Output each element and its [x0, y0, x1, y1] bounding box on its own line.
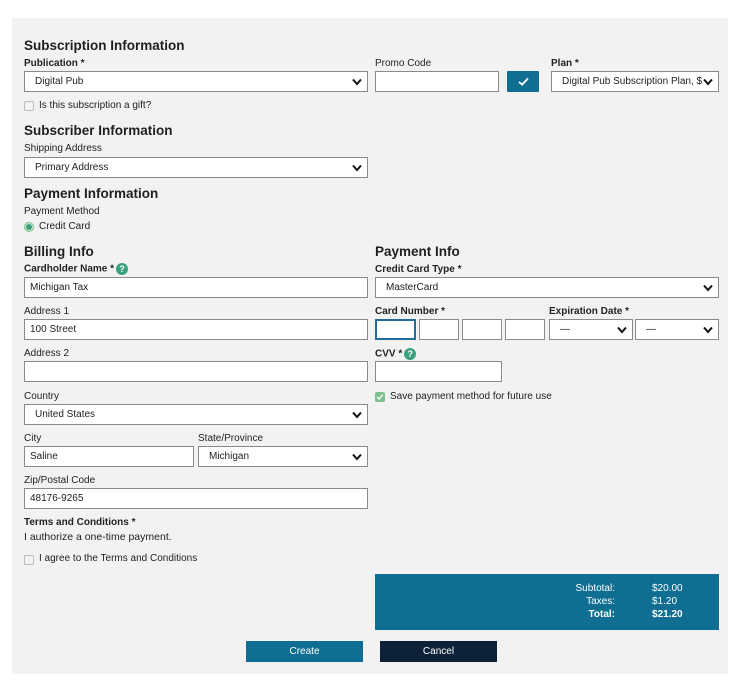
- create-button[interactable]: Create: [246, 641, 363, 662]
- address1-input[interactable]: 100 Street: [24, 319, 368, 340]
- plan-select[interactable]: Digital Pub Subscription Plan, $: [551, 71, 719, 92]
- terms-text: I authorize a one-time payment.: [24, 531, 172, 543]
- total-value: $21.20: [652, 609, 683, 620]
- save-payment-label: Save payment method for future use: [390, 391, 552, 402]
- card-number-label: Card Number *: [375, 306, 446, 317]
- card-number-part-2[interactable]: [419, 319, 459, 340]
- chevron-down-icon: [352, 78, 362, 86]
- terms-heading: Terms and Conditions *: [24, 517, 136, 528]
- promo-label: Promo Code: [375, 58, 432, 69]
- card-type-label: Credit Card Type *: [375, 264, 462, 275]
- terms-checkbox[interactable]: [24, 555, 34, 565]
- order-summary: Subtotal: $20.00 Taxes: $1.20 Total: $21…: [375, 574, 719, 630]
- state-label: State/Province: [198, 433, 264, 444]
- zip-input[interactable]: 48176-9265: [24, 488, 368, 509]
- exp-year-select[interactable]: —: [635, 319, 719, 340]
- card-number-part-1[interactable]: [375, 319, 416, 340]
- chevron-down-icon: [703, 78, 713, 86]
- state-value: Michigan: [209, 451, 250, 462]
- help-icon[interactable]: ?: [116, 263, 129, 275]
- save-payment-checkbox[interactable]: [375, 392, 385, 402]
- subscriber-heading: Subscriber Information: [24, 123, 173, 138]
- address1-value: 100 Street: [30, 324, 77, 335]
- chevron-down-icon: [617, 326, 627, 334]
- shipping-select[interactable]: Primary Address: [24, 157, 368, 178]
- check-icon: [517, 77, 529, 86]
- city-label: City: [24, 433, 42, 444]
- cvv-label-text: CVV *: [375, 348, 403, 360]
- apply-promo-button[interactable]: [507, 71, 539, 92]
- chevron-down-icon: [352, 164, 362, 172]
- cvv-input[interactable]: [375, 361, 502, 382]
- terms-agree-label: I agree to the Terms and Conditions: [39, 553, 198, 564]
- credit-card-option-label: Credit Card: [39, 221, 91, 232]
- billing-heading: Billing Info: [24, 244, 94, 259]
- shipping-value: Primary Address: [35, 162, 109, 173]
- payment-method-label: Payment Method: [24, 206, 100, 217]
- subtotal-label: Subtotal:: [575, 583, 615, 594]
- plan-label: Plan *: [551, 58, 579, 69]
- exp-month-select[interactable]: —: [549, 319, 633, 340]
- total-label: Total:: [588, 609, 615, 620]
- country-value: United States: [35, 409, 96, 420]
- state-select[interactable]: Michigan: [198, 446, 368, 467]
- shipping-label: Shipping Address: [24, 143, 102, 154]
- exp-year-value: —: [646, 324, 656, 335]
- exp-month-value: —: [560, 324, 570, 335]
- zip-value: 48176-9265: [30, 493, 84, 504]
- card-type-value: MasterCard: [386, 282, 439, 293]
- cardholder-label-text: Cardholder Name *: [24, 263, 115, 275]
- zip-label: Zip/Postal Code: [24, 475, 96, 486]
- gift-checkbox[interactable]: [24, 101, 34, 111]
- payment-info-heading: Payment Info: [375, 244, 460, 259]
- cardholder-value: Michigan Tax: [30, 282, 89, 293]
- country-select[interactable]: United States: [24, 404, 368, 425]
- card-number-part-4[interactable]: [505, 319, 545, 340]
- promo-input[interactable]: [375, 71, 499, 92]
- card-number-part-3[interactable]: [462, 319, 502, 340]
- chevron-down-icon: [703, 326, 713, 334]
- expiration-label: Expiration Date *: [549, 306, 630, 317]
- radio-dot: [26, 224, 32, 230]
- cvv-label: CVV *?: [375, 348, 417, 360]
- credit-card-radio[interactable]: [24, 222, 34, 232]
- plan-value: Digital Pub Subscription Plan, $: [562, 76, 703, 87]
- cardholder-input[interactable]: Michigan Tax: [24, 277, 368, 298]
- taxes-label: Taxes:: [586, 596, 615, 607]
- cancel-button[interactable]: Cancel: [380, 641, 497, 662]
- chevron-down-icon: [703, 284, 713, 292]
- city-value: Saline: [30, 451, 58, 462]
- help-icon[interactable]: ?: [404, 348, 417, 360]
- country-label: Country: [24, 391, 60, 402]
- check-icon: [376, 394, 384, 400]
- payment-heading: Payment Information: [24, 186, 159, 201]
- address1-label: Address 1: [24, 306, 70, 317]
- chevron-down-icon: [352, 453, 362, 461]
- chevron-down-icon: [352, 411, 362, 419]
- address2-input[interactable]: [24, 361, 368, 382]
- cardholder-label: Cardholder Name *?: [24, 263, 129, 275]
- publication-label: Publication *: [24, 58, 85, 69]
- subscription-heading: Subscription Information: [24, 38, 185, 53]
- address2-label: Address 2: [24, 348, 70, 359]
- card-type-select[interactable]: MasterCard: [375, 277, 719, 298]
- city-input[interactable]: Saline: [24, 446, 194, 467]
- publication-select[interactable]: Digital Pub: [24, 71, 368, 92]
- subtotal-value: $20.00: [652, 583, 683, 594]
- publication-value: Digital Pub: [35, 76, 84, 87]
- taxes-value: $1.20: [652, 596, 678, 607]
- gift-label: Is this subscription a gift?: [39, 100, 152, 111]
